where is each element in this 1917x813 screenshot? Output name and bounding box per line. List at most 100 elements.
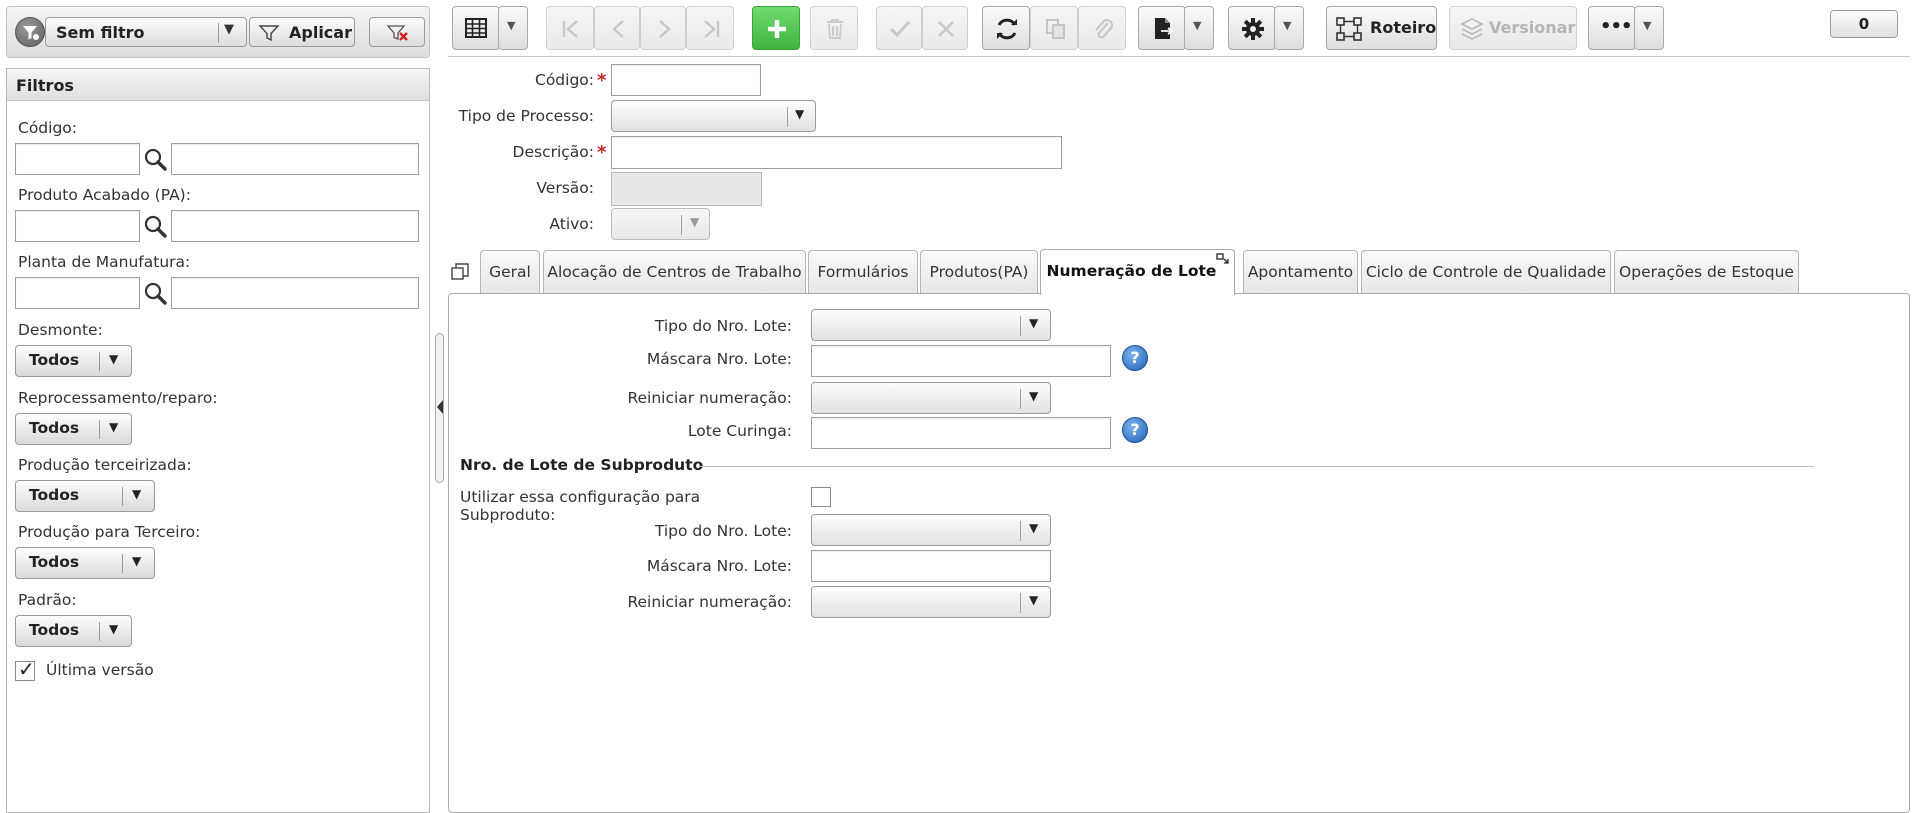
versao-field bbox=[611, 172, 762, 206]
tab-numeracao-lote[interactable]: Numeração de Lote bbox=[1040, 249, 1235, 295]
tab-operacoes-estoque[interactable]: Operações de Estoque bbox=[1614, 250, 1799, 294]
filter-codigo-desc-input[interactable] bbox=[171, 143, 419, 175]
add-record-button[interactable] bbox=[752, 6, 800, 50]
last-record-button[interactable] bbox=[686, 6, 734, 50]
search-icon[interactable] bbox=[143, 214, 169, 240]
filter-ultima-versao-checkbox[interactable]: ✓ bbox=[15, 657, 35, 681]
filter-prod-terceirizada-label: Produção terceirizada: bbox=[18, 456, 192, 474]
filter-menu-icon[interactable] bbox=[15, 17, 45, 47]
filter-desmonte-label: Desmonte: bbox=[18, 321, 103, 339]
mascara-lote-input[interactable] bbox=[811, 345, 1111, 377]
sub-tipo-lote-select[interactable]: ▼ bbox=[811, 514, 1051, 546]
filter-padrao-select[interactable]: Todos ▼ bbox=[15, 615, 132, 647]
clear-filter-button[interactable] bbox=[369, 17, 425, 47]
prev-record-button[interactable] bbox=[594, 6, 640, 50]
export-button[interactable] bbox=[1138, 6, 1186, 50]
filter-produto-desc-input[interactable] bbox=[171, 210, 419, 242]
paperclip-icon bbox=[1095, 19, 1113, 39]
export-icon bbox=[1155, 18, 1174, 39]
tipo-lote-label: Tipo do Nro. Lote: bbox=[654, 317, 792, 335]
more-actions-button[interactable]: ••• bbox=[1588, 6, 1636, 50]
funnel-icon bbox=[258, 25, 280, 42]
filter-ultima-versao-label: Última versão bbox=[46, 661, 154, 679]
filter-produto-input[interactable] bbox=[15, 210, 140, 242]
tab-alocacao-centros[interactable]: Alocação de Centros de Trabalho bbox=[543, 250, 806, 294]
confirm-button[interactable] bbox=[876, 6, 922, 50]
filter-planta-desc-input[interactable] bbox=[171, 277, 419, 309]
versao-label: Versão: bbox=[536, 179, 594, 197]
filters-header: Filtros bbox=[7, 69, 429, 101]
chevron-down-icon: ▼ bbox=[132, 554, 142, 568]
chevron-left-icon bbox=[612, 20, 624, 38]
settings-dropdown[interactable]: ▼ bbox=[1274, 6, 1304, 50]
apply-filter-label: Aplicar bbox=[289, 23, 352, 42]
ativo-label: Ativo: bbox=[549, 215, 594, 233]
filters-title: Filtros bbox=[16, 76, 74, 95]
tab-geral[interactable]: Geral bbox=[480, 250, 540, 294]
notification-counter[interactable]: 0 bbox=[1830, 10, 1898, 38]
lote-curinga-input[interactable] bbox=[811, 417, 1111, 449]
chevron-down-icon: ▼ bbox=[224, 22, 234, 37]
sub-reiniciar-label: Reiniciar numeração: bbox=[627, 593, 792, 611]
versionar-label: Versionar bbox=[1489, 18, 1576, 37]
filter-codigo-input[interactable] bbox=[15, 143, 140, 175]
filters-panel: Filtros Código: Produto Acabado (PA): Pl… bbox=[6, 68, 430, 813]
tab-apontamento[interactable]: Apontamento bbox=[1243, 250, 1358, 294]
grid-view-button[interactable] bbox=[452, 6, 500, 50]
delete-record-button[interactable] bbox=[810, 6, 858, 50]
grid-view-dropdown[interactable]: ▼ bbox=[498, 6, 528, 50]
more-actions-dropdown[interactable]: ▼ bbox=[1634, 6, 1664, 50]
popout-icon[interactable] bbox=[1216, 253, 1230, 265]
help-icon[interactable]: ? bbox=[1122, 345, 1148, 371]
checkmark-icon: ✓ bbox=[18, 657, 35, 681]
versionar-button[interactable]: Versionar bbox=[1449, 6, 1577, 50]
chevron-down-icon: ▼ bbox=[1029, 521, 1039, 535]
descricao-label: Descrição: bbox=[512, 143, 594, 161]
descricao-input[interactable] bbox=[611, 136, 1062, 169]
tipo-lote-select[interactable]: ▼ bbox=[811, 309, 1051, 341]
reiniciar-select[interactable]: ▼ bbox=[811, 382, 1051, 414]
filter-prod-terceirizada-select[interactable]: Todos ▼ bbox=[15, 480, 155, 512]
tab-ciclo-controle-qualidade[interactable]: Ciclo de Controle de Qualidade bbox=[1361, 250, 1611, 294]
cancel-button[interactable] bbox=[922, 6, 968, 50]
panel-splitter-handle[interactable] bbox=[435, 333, 444, 483]
filter-prod-terceirizada-value: Todos bbox=[29, 486, 80, 504]
search-icon[interactable] bbox=[143, 281, 169, 307]
attach-button[interactable] bbox=[1078, 6, 1126, 50]
utilizar-subproduto-checkbox[interactable] bbox=[811, 487, 831, 507]
first-record-button[interactable] bbox=[546, 6, 594, 50]
filter-reprocessamento-select[interactable]: Todos ▼ bbox=[15, 413, 132, 445]
export-dropdown[interactable]: ▼ bbox=[1184, 6, 1214, 50]
roteiro-button[interactable]: Roteiro bbox=[1326, 6, 1437, 50]
codigo-label: Código: bbox=[535, 71, 594, 89]
apply-filter-button[interactable]: Aplicar bbox=[249, 17, 355, 47]
filter-desmonte-select[interactable]: Todos ▼ bbox=[15, 345, 132, 377]
tab-produtos-pa[interactable]: Produtos(PA) bbox=[920, 250, 1038, 294]
filter-padrao-label: Padrão: bbox=[18, 591, 77, 609]
ativo-select[interactable]: ▼ bbox=[611, 208, 710, 240]
settings-button[interactable] bbox=[1228, 6, 1276, 50]
copy-button[interactable] bbox=[1030, 6, 1078, 50]
saved-filter-value: Sem filtro bbox=[56, 23, 145, 42]
saved-filter-select[interactable]: Sem filtro ▼ bbox=[45, 17, 247, 47]
search-icon[interactable] bbox=[143, 147, 169, 173]
reiniciar-label: Reiniciar numeração: bbox=[627, 389, 792, 407]
sub-mascara-lote-input[interactable] bbox=[811, 550, 1051, 582]
clear-filter-icon bbox=[386, 25, 408, 41]
restore-window-icon[interactable] bbox=[451, 263, 469, 281]
filter-prod-terceiro-select[interactable]: Todos ▼ bbox=[15, 547, 155, 579]
tab-formularios[interactable]: Formulários bbox=[808, 250, 918, 294]
last-page-icon bbox=[704, 20, 720, 38]
help-icon[interactable]: ? bbox=[1122, 417, 1148, 443]
more-icon: ••• bbox=[1600, 16, 1633, 37]
chevron-down-icon: ▼ bbox=[1643, 19, 1652, 32]
refresh-button[interactable] bbox=[982, 6, 1030, 50]
tipo-processo-select[interactable]: ▼ bbox=[611, 100, 816, 132]
chevron-down-icon: ▼ bbox=[1193, 19, 1202, 32]
section-divider bbox=[700, 466, 1814, 467]
sub-reiniciar-select[interactable]: ▼ bbox=[811, 586, 1051, 618]
filter-planta-label: Planta de Manufatura: bbox=[18, 253, 191, 271]
next-record-button[interactable] bbox=[640, 6, 686, 50]
codigo-input[interactable] bbox=[611, 64, 761, 96]
filter-planta-input[interactable] bbox=[15, 277, 140, 309]
